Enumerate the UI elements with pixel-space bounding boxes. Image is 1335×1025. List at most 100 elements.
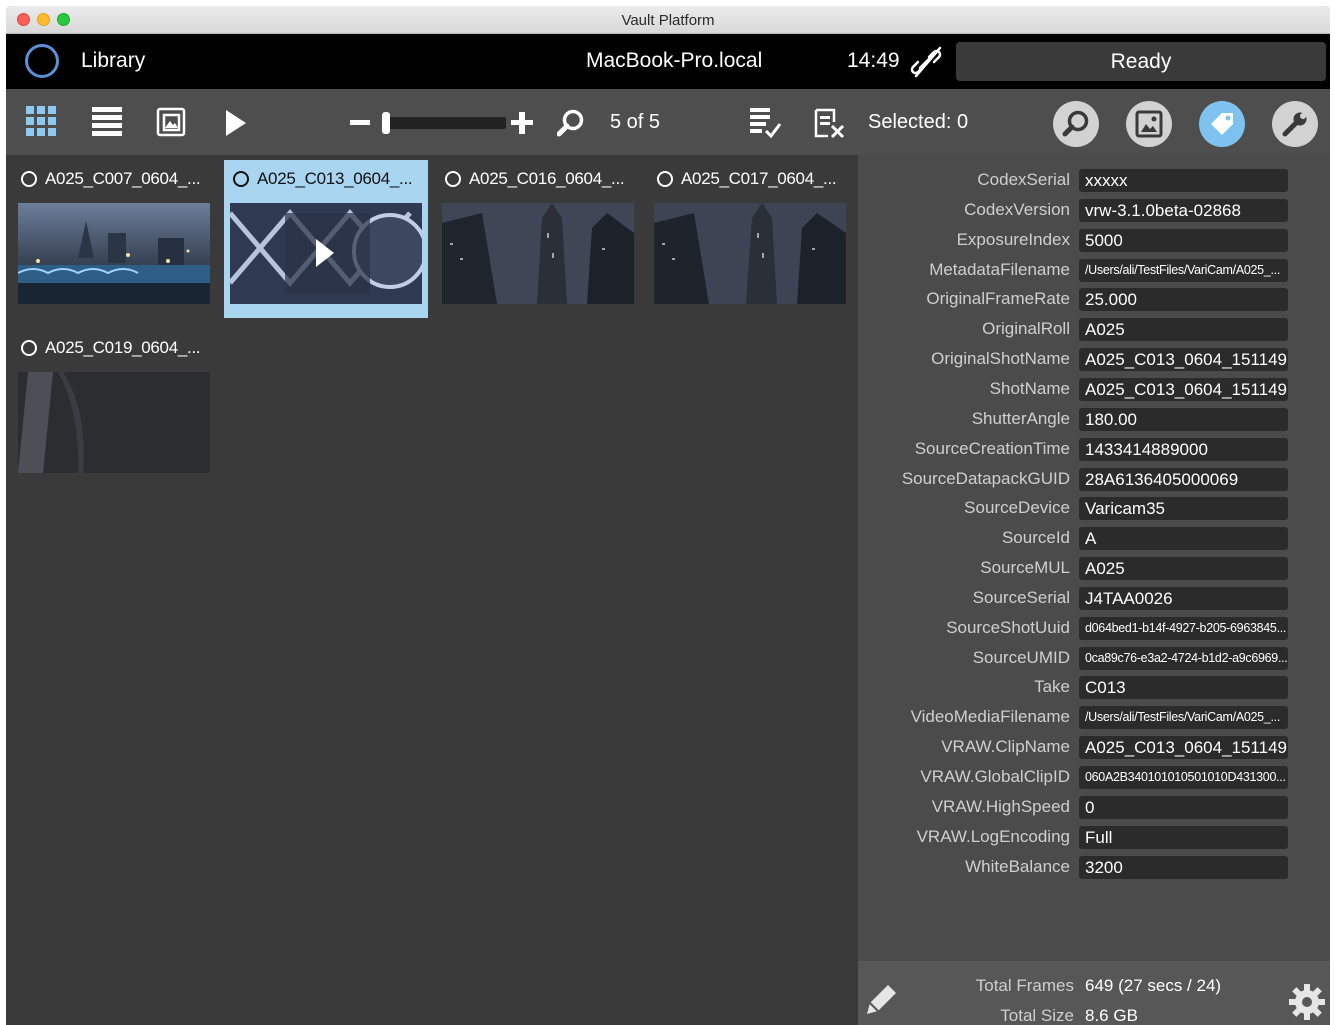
image-panel-icon [1135, 110, 1163, 138]
image-panel-button[interactable] [1126, 101, 1172, 147]
search-icon[interactable] [557, 109, 585, 137]
zoom-slider-handle[interactable] [382, 112, 390, 134]
metadata-value-field[interactable]: 25.000 [1079, 288, 1288, 312]
clip-thumbnail[interactable] [230, 203, 422, 304]
metadata-key: WhiteBalance [965, 856, 1070, 876]
metadata-value-field[interactable]: A025_C013_0604_151149 [1079, 377, 1288, 401]
metadata-row: OriginalFrameRate 25.000 [858, 287, 1330, 317]
metadata-value-field[interactable]: A025 [1079, 557, 1288, 581]
clip-card[interactable]: A025_C019_0604_... [12, 329, 216, 487]
metadata-value-field[interactable]: 28A6136405000069 [1079, 467, 1288, 491]
clip-card-selected[interactable]: A025_C013_0604_... [224, 160, 428, 318]
clip-thumbnail[interactable] [18, 203, 210, 304]
clip-card[interactable]: A025_C016_0604_... [436, 160, 640, 318]
metadata-row: ExposureIndex 5000 [858, 228, 1330, 258]
metadata-value-field[interactable]: J4TAA0026 [1079, 586, 1288, 610]
metadata-value-field[interactable]: vrw-3.1.0beta-02868 [1079, 198, 1288, 222]
total-frames-value: 649 (27 secs / 24) [1085, 976, 1222, 995]
metadata-row: Take C013 [858, 675, 1330, 705]
clip-select-radio[interactable] [233, 171, 249, 187]
metadata-key: ShotName [989, 378, 1070, 398]
wrench-panel-icon [1282, 112, 1307, 137]
zoom-in-icon-vertical[interactable] [519, 112, 525, 134]
metadata-key: VRAW.HighSpeed [931, 796, 1070, 816]
metadata-key: Take [1034, 677, 1070, 697]
metadata-value-field[interactable]: 060A2B340101010501010D431300... [1079, 766, 1288, 789]
section-title[interactable]: Library [81, 49, 145, 73]
clip-name: A025_C007_0604_... [45, 169, 201, 188]
zoom-out-icon[interactable] [350, 120, 370, 125]
metadata-panel: CodexSerial xxxxx CodexVersion vrw-3.1.0bet… [858, 155, 1330, 961]
gear-icon[interactable] [1288, 983, 1326, 1021]
metadata-value-field[interactable]: 0ca89c76-e3a2-4724-b1d2-a9c6969... [1079, 646, 1288, 670]
metadata-key: OriginalShotName [931, 349, 1070, 369]
metadata-key: OriginalRoll [982, 319, 1070, 339]
metadata-value-field[interactable]: 5000 [1079, 228, 1288, 252]
app-logo-icon[interactable] [25, 44, 59, 78]
metadata-value-field[interactable]: A025_C013_0604_151149 [1079, 736, 1288, 760]
metadata-value-field[interactable]: /Users/ali/TestFiles/VariCam/A025_... [1079, 706, 1288, 730]
metadata-value-field[interactable]: A025 [1079, 318, 1288, 342]
clip-count: 5 of 5 [610, 111, 661, 133]
metadata-row: SourceShotUuid d064bed1-b14f-4927-b205-69… [858, 616, 1330, 646]
metadata-value-field[interactable]: /Users/ali/TestFiles/VariCam/A025_... [1079, 258, 1288, 282]
clip-card[interactable]: A025_C017_0604_... [648, 160, 852, 318]
zoom-slider[interactable] [384, 117, 506, 129]
host-name: MacBook-Pro.local [586, 49, 763, 72]
total-frames-label: Total Frames [975, 976, 1074, 995]
play-icon[interactable] [224, 109, 248, 137]
metadata-row: WhiteBalance 3200 [858, 855, 1330, 885]
clip-select-radio[interactable] [657, 171, 673, 187]
image-view-icon[interactable] [156, 107, 186, 137]
clip-thumbnail[interactable] [442, 203, 634, 304]
clip-name: A025_C017_0604_... [681, 169, 837, 188]
metadata-value-field[interactable]: A025_C013_0604_151149 [1079, 348, 1288, 372]
metadata-row: VRAW.HighSpeed 0 [858, 795, 1330, 825]
metadata-value-field[interactable]: Varicam35 [1079, 497, 1288, 521]
tag-panel-button[interactable] [1199, 101, 1245, 147]
panel-switcher [1040, 89, 1330, 155]
metadata-value-field[interactable]: 1433414889000 [1079, 437, 1288, 461]
status-indicator: Ready [956, 42, 1326, 81]
clip-thumbnail[interactable] [18, 372, 210, 473]
metadata-value-field[interactable]: 0 [1079, 795, 1288, 819]
clip-thumbnail[interactable] [654, 203, 846, 304]
deselect-icon[interactable] [814, 108, 846, 140]
clip-name: A025_C013_0604_... [257, 169, 413, 188]
metadata-key: VRAW.LogEncoding [916, 826, 1070, 846]
total-size-label: Total Size [1000, 1006, 1074, 1025]
metadata-value-field[interactable]: Full [1079, 825, 1288, 849]
clip-select-radio[interactable] [21, 340, 37, 356]
metadata-value-field[interactable]: xxxxx [1079, 169, 1288, 192]
broken-link-icon[interactable] [910, 46, 942, 78]
metadata-row: VRAW.GlobalClipID 060A2B340101010501010D4… [858, 765, 1330, 795]
clip-select-radio[interactable] [21, 171, 37, 187]
search-panel-button[interactable] [1053, 101, 1099, 147]
metadata-row: ShutterAngle 180.00 [858, 407, 1330, 437]
metadata-key: SourceId [1001, 528, 1070, 548]
select-all-icon[interactable] [750, 108, 782, 140]
list-view-icon[interactable] [92, 107, 122, 137]
metadata-key: ExposureIndex [956, 229, 1070, 249]
metadata-key: SourceCreationTime [914, 438, 1070, 458]
app-window: Vault Platform Library MacBook-Pro.local… [6, 6, 1330, 1025]
metadata-row: CodexVersion vrw-3.1.0beta-02868 [858, 198, 1330, 228]
metadata-value-field[interactable]: C013 [1079, 676, 1288, 700]
metadata-key: VRAW.ClipName [941, 737, 1070, 757]
metadata-value-field[interactable]: 3200 [1079, 855, 1288, 879]
metadata-value-field[interactable]: d064bed1-b14f-4927-b205-6963845... [1079, 616, 1288, 640]
clip-select-radio[interactable] [445, 171, 461, 187]
metadata-value-field[interactable]: 180.00 [1079, 407, 1288, 431]
metadata-row: SourceCreationTime 1433414889000 [858, 437, 1330, 467]
metadata-row: VRAW.LogEncoding Full [858, 825, 1330, 855]
clip-card[interactable]: A025_C007_0604_... [12, 160, 216, 318]
metadata-row: MetadataFilename/Users/ali/TestFiles/Var… [858, 258, 1330, 288]
grid-view-icon[interactable] [26, 106, 57, 137]
metadata-key: VideoMediaFilename [910, 707, 1070, 727]
settings-panel-button[interactable] [1272, 101, 1318, 147]
metadata-key: SourceShotUuid [946, 617, 1070, 637]
metadata-row: SourceDevice Varicam35 [858, 496, 1330, 526]
tag-panel-icon [1211, 113, 1233, 135]
metadata-key: SourceMUL [980, 558, 1070, 578]
metadata-value-field[interactable]: A [1079, 527, 1288, 551]
